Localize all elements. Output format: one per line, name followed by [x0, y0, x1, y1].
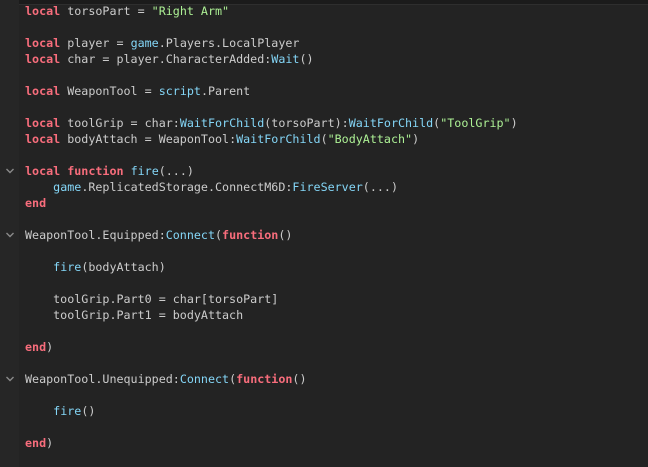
code-token: ): [46, 436, 54, 450]
code-token: toolGrip.Part0 = char[torsoPart]: [25, 292, 279, 306]
keyword-token: local: [25, 164, 61, 178]
builtin-token: FireServer: [292, 180, 363, 194]
code-editor[interactable]: local torsoPart = "Right Arm" local playe…: [0, 0, 648, 467]
code-token: (): [292, 372, 307, 386]
code-line[interactable]: end): [25, 339, 53, 355]
builtin-token: Wait: [271, 52, 300, 66]
code-token: .Parent: [200, 84, 251, 98]
code-line[interactable]: local player = game.Players.LocalPlayer: [25, 35, 299, 51]
code-token: toolGrip.Part1 = bodyAttach: [25, 308, 244, 322]
code-token: WeaponTool.Unequipped:: [25, 372, 180, 386]
keyword-token: function: [67, 164, 124, 178]
builtin-token: game: [130, 36, 159, 50]
builtin-token: Connect: [165, 228, 215, 242]
code-token: (): [299, 52, 314, 66]
keyword-token: function: [236, 372, 293, 386]
code-token: WeaponTool.Equipped:: [25, 228, 166, 242]
code-line[interactable]: local function fire(...): [25, 163, 194, 179]
code-token: (...): [362, 180, 398, 194]
code-line[interactable]: WeaponTool.Unequipped:Connect(function(): [25, 371, 307, 387]
keyword-token: end: [25, 196, 47, 210]
code-token: (): [81, 404, 96, 418]
keyword-token: local: [25, 84, 61, 98]
string-token: "ToolGrip": [440, 116, 511, 130]
builtin-token: Connect: [179, 372, 230, 386]
code-line[interactable]: local char = player.CharacterAdded:Wait(…: [25, 51, 314, 67]
builtin-token: WaitForChild: [348, 116, 434, 130]
code-token: (torsoPart):: [264, 116, 349, 130]
keyword-token: function: [222, 228, 279, 242]
code-token: WeaponTool =: [60, 84, 159, 98]
code-token: (bodyAttach): [81, 260, 166, 274]
code-line[interactable]: local WeaponTool = script.Parent: [25, 83, 250, 99]
code-line[interactable]: toolGrip.Part1 = bodyAttach: [25, 307, 243, 323]
code-line[interactable]: toolGrip.Part0 = char[torsoPart]: [25, 291, 278, 307]
code-token: toolGrip = char:: [60, 116, 180, 130]
keyword-token: end: [25, 340, 47, 354]
code-token: .Players.LocalPlayer: [158, 36, 300, 50]
code-token: bodyAttach = WeaponTool:: [60, 132, 237, 146]
code-line[interactable]: WeaponTool.Equipped:Connect(function(): [25, 227, 292, 243]
keyword-token: local: [25, 116, 61, 130]
code-token: (): [278, 228, 293, 242]
builtin-token: script: [158, 84, 201, 98]
code-line[interactable]: local toolGrip = char:WaitForChild(torso…: [25, 115, 518, 131]
builtin-token: game: [53, 180, 82, 194]
code-token: torsoPart =: [60, 4, 152, 18]
fold-chevron-down-icon[interactable]: [5, 230, 15, 240]
builtin-token: fire: [53, 404, 82, 418]
code-token: char = player.CharacterAdded:: [60, 52, 272, 66]
code-line[interactable]: local bodyAttach = WeaponTool:WaitForChi…: [25, 131, 419, 147]
code-line[interactable]: local torsoPart = "Right Arm": [25, 3, 229, 19]
builtin-token: WaitForChild: [179, 116, 265, 130]
code-line[interactable]: end: [25, 195, 46, 211]
code-token: ): [46, 340, 54, 354]
code-token: (...): [158, 164, 194, 178]
keyword-token: local: [25, 132, 61, 146]
keyword-token: local: [25, 52, 61, 66]
keyword-token: end: [25, 436, 47, 450]
code-token: (: [320, 132, 328, 146]
code-token: ): [412, 132, 420, 146]
code-line[interactable]: game.ReplicatedStorage.ConnectM6D:FireSe…: [25, 179, 398, 195]
code-token: ): [510, 116, 518, 130]
builtin-token: fire: [53, 260, 82, 274]
string-token: "Right Arm": [151, 4, 230, 18]
string-token: "BodyAttach": [327, 132, 413, 146]
fold-chevron-down-icon[interactable]: [5, 374, 15, 384]
keyword-token: local: [25, 36, 61, 50]
code-token: .ReplicatedStorage.ConnectM6D:: [81, 180, 293, 194]
keyword-token: local: [25, 4, 61, 18]
code-token: player =: [60, 36, 131, 50]
fold-chevron-down-icon[interactable]: [5, 166, 15, 176]
code-line[interactable]: end): [25, 435, 53, 451]
editor-gutter: [0, 0, 19, 467]
code-line[interactable]: fire(bodyAttach): [25, 259, 166, 275]
builtin-token: fire: [130, 164, 159, 178]
builtin-token: WaitForChild: [236, 132, 321, 146]
code-token: (: [215, 228, 223, 242]
code-line[interactable]: fire(): [25, 403, 95, 419]
